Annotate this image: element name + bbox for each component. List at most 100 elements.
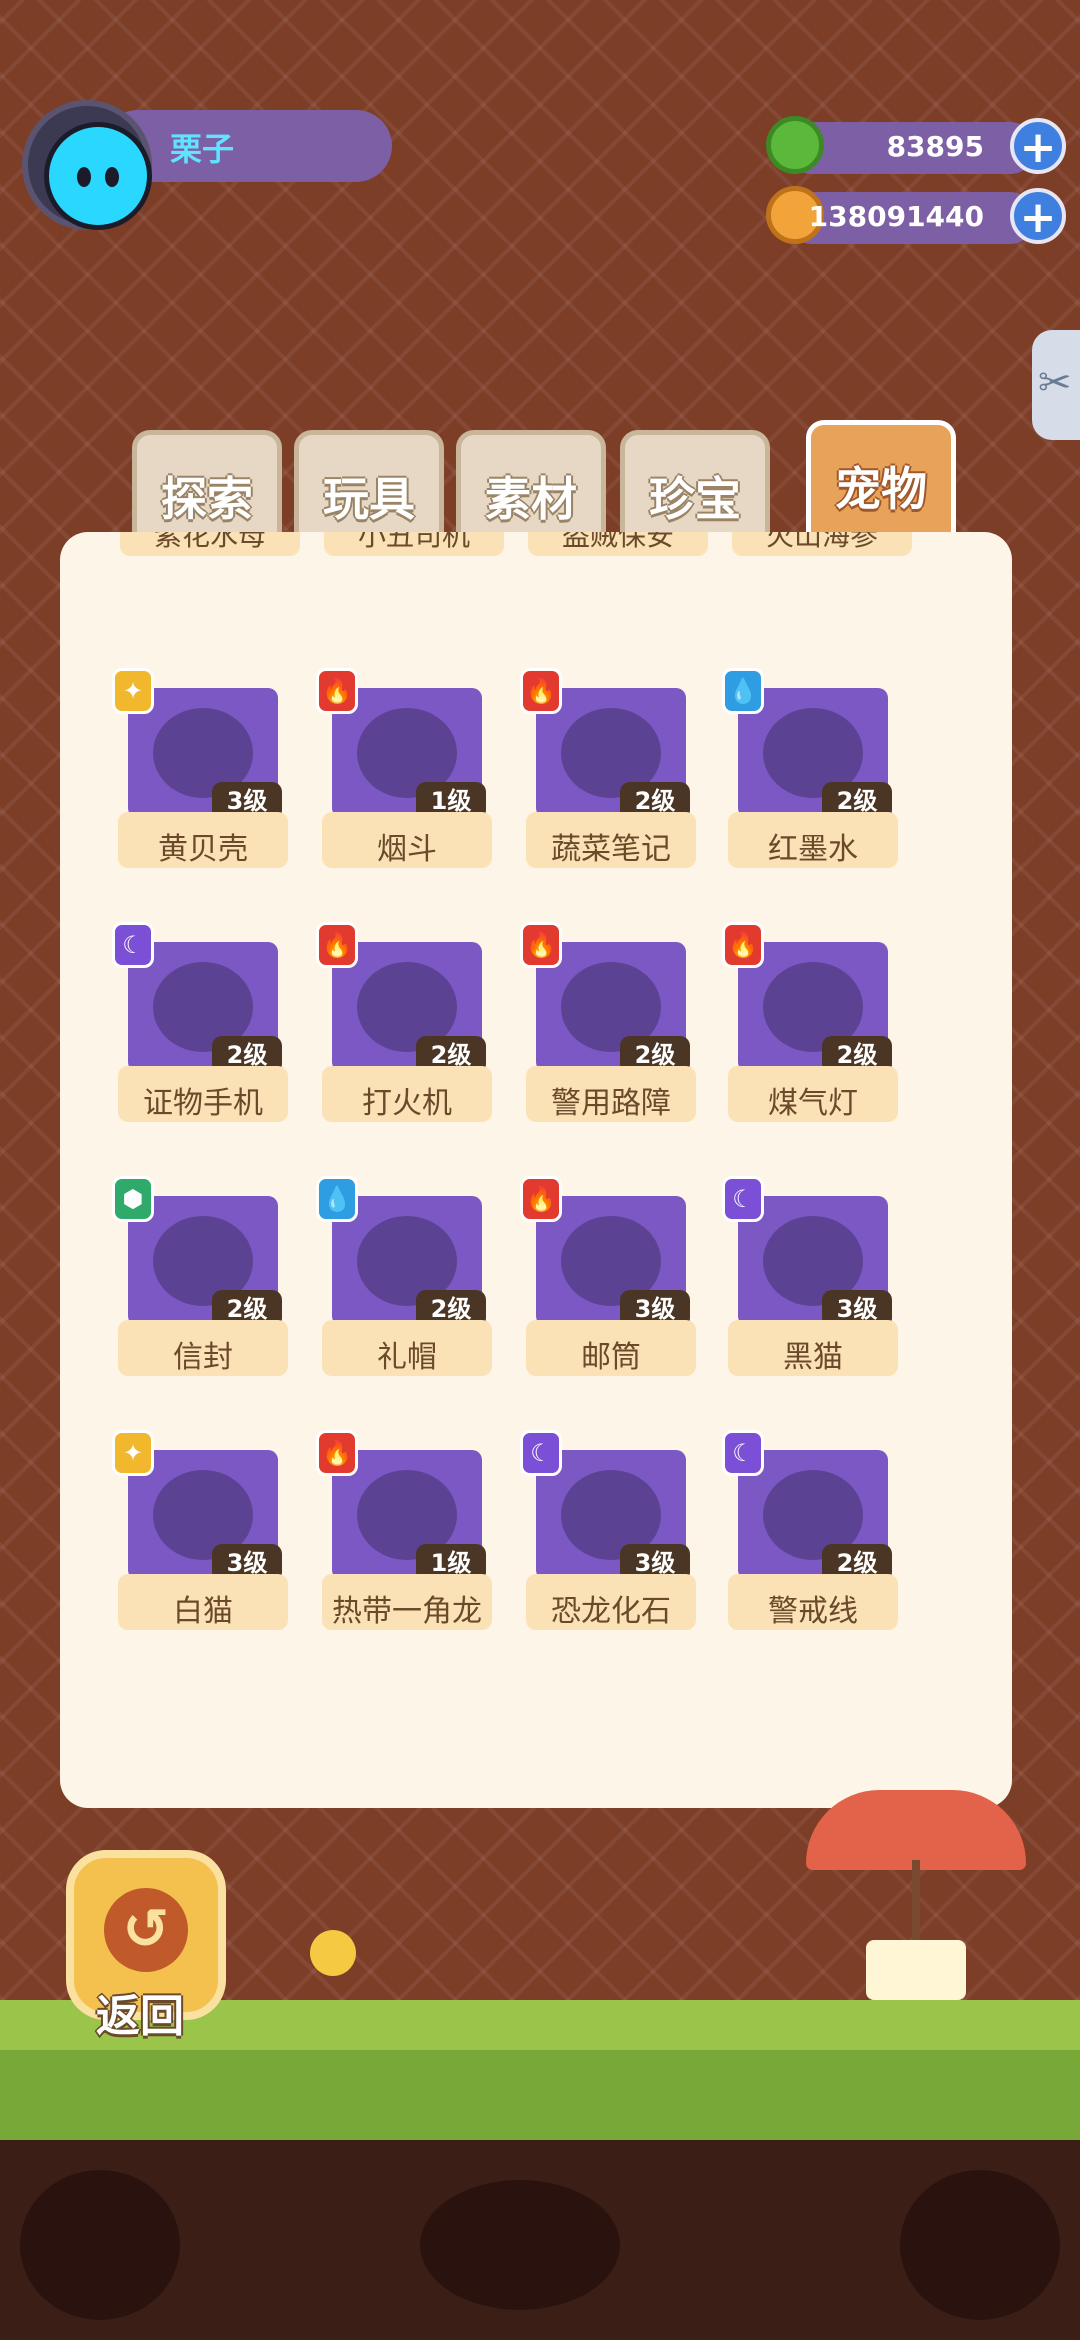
item-name: 煤气灯 [768, 1086, 858, 1121]
item-name: 礼帽 [377, 1340, 437, 1375]
item-name: 白猫 [173, 1594, 233, 1629]
item-name-box: 白猫 [118, 1574, 288, 1630]
item-card[interactable]: 🔥 2级 警用路障 [520, 922, 696, 1126]
cut-row: 紫花水母 小丑司机 盗贼保安 火山海参 [120, 532, 1020, 612]
water-element-icon: 💧 [722, 668, 764, 714]
currency-planet: 138091440 + [766, 186, 1066, 246]
item-name: 警用路障 [551, 1086, 671, 1121]
list-item[interactable]: 火山海参 [732, 532, 912, 556]
moon-element-icon: ☾ [722, 1176, 764, 1222]
table [866, 1940, 966, 2000]
currency-value: 83895 [886, 130, 984, 163]
back-label: 返回 [96, 1991, 184, 2042]
item-card[interactable]: ☾ 3级 黑猫 [722, 1176, 898, 1380]
tab-label: 玩具 [323, 472, 415, 526]
item-card[interactable]: 💧 2级 红墨水 [722, 668, 898, 872]
star-element-icon: ✦ [112, 1430, 154, 1476]
add-currency-button[interactable]: + [1010, 118, 1066, 174]
item-name-box: 恐龙化石 [526, 1574, 696, 1630]
item-name-box: 警戒线 [728, 1574, 898, 1630]
item-card[interactable]: ☾ 3级 恐龙化石 [520, 1430, 696, 1634]
list-item[interactable]: 紫花水母 [120, 532, 300, 556]
item-card[interactable]: 🔥 3级 邮筒 [520, 1176, 696, 1380]
water-element-icon: 💧 [316, 1176, 358, 1222]
leaf-element-icon: ⬢ [112, 1176, 154, 1222]
item-card[interactable]: 🔥 2级 蔬菜笔记 [520, 668, 696, 872]
fire-element-icon: 🔥 [520, 922, 562, 968]
avatar[interactable] [44, 122, 152, 230]
item-name-box: 蔬菜笔记 [526, 812, 696, 868]
item-card[interactable]: 💧 2级 礼帽 [316, 1176, 492, 1380]
tab-label: 珍宝 [649, 472, 741, 526]
item-name: 警戒线 [768, 1594, 858, 1629]
soil-hole [420, 2180, 620, 2310]
chick-icon [310, 1930, 356, 1976]
item-name: 红墨水 [768, 832, 858, 867]
item-name-box: 证物手机 [118, 1066, 288, 1122]
soil-hole [20, 2170, 180, 2320]
fire-element-icon: 🔥 [722, 922, 764, 968]
grass-lower [0, 2050, 1080, 2140]
item-card[interactable]: ☾ 2级 警戒线 [722, 1430, 898, 1634]
tab-materials[interactable]: 素材 [456, 430, 606, 540]
soil-hole [900, 2170, 1060, 2320]
item-name-box: 邮筒 [526, 1320, 696, 1376]
list-item[interactable]: 小丑司机 [324, 532, 504, 556]
add-currency-button[interactable]: + [1010, 188, 1066, 244]
item-name-box: 礼帽 [322, 1320, 492, 1376]
tab-treasures[interactable]: 珍宝 [620, 430, 770, 540]
avatar-eye [77, 167, 91, 187]
item-card[interactable]: ⬢ 2级 信封 [112, 1176, 288, 1380]
item-name: 黑猫 [783, 1340, 843, 1375]
item-card[interactable]: 🔥 2级 煤气灯 [722, 922, 898, 1126]
donut-coin-icon [766, 116, 824, 174]
item-name: 蔬菜笔记 [551, 832, 671, 867]
fire-element-icon: 🔥 [316, 668, 358, 714]
moon-element-icon: ☾ [722, 1430, 764, 1476]
item-name: 黄贝壳 [158, 832, 248, 867]
item-name-box: 信封 [118, 1320, 288, 1376]
fire-element-icon: 🔥 [316, 1430, 358, 1476]
item-card[interactable]: 🔥 2级 打火机 [316, 922, 492, 1126]
list-item[interactable]: 盗贼保安 [528, 532, 708, 556]
tab-pets[interactable]: 宠物 [806, 420, 956, 550]
avatar-frame [22, 100, 152, 230]
item-name: 打火机 [362, 1086, 452, 1121]
item-name-box: 黑猫 [728, 1320, 898, 1376]
fire-element-icon: 🔥 [520, 668, 562, 714]
umbrella [806, 1790, 1026, 1870]
item-name-box: 警用路障 [526, 1066, 696, 1122]
item-name: 恐龙化石 [551, 1594, 671, 1629]
item-name: 邮筒 [581, 1340, 641, 1375]
currency-value: 138091440 [808, 200, 984, 233]
tab-explore[interactable]: 探索 [132, 430, 282, 540]
item-card[interactable]: 🔥 1级 烟斗 [316, 668, 492, 872]
item-name: 热带一角龙 [332, 1594, 482, 1629]
back-arrow-icon: ↺ [104, 1888, 188, 1972]
scissors-icon: ✂ [1038, 360, 1072, 406]
tab-toys[interactable]: 玩具 [294, 430, 444, 540]
fire-element-icon: 🔥 [316, 922, 358, 968]
item-name: 烟斗 [377, 832, 437, 867]
item-name-box: 烟斗 [322, 812, 492, 868]
item-name-box: 打火机 [322, 1066, 492, 1122]
item-card[interactable]: ☾ 2级 证物手机 [112, 922, 288, 1126]
moon-element-icon: ☾ [112, 922, 154, 968]
tab-label: 素材 [485, 472, 577, 526]
tab-label: 探索 [161, 472, 253, 526]
item-card[interactable]: ✦ 3级 白猫 [112, 1430, 288, 1634]
currency-donut: 83895 + [766, 116, 1066, 176]
item-name-box: 黄贝壳 [118, 812, 288, 868]
item-panel[interactable]: 紫花水母 小丑司机 盗贼保安 火山海参 ✦ 3级 黄贝壳 🔥 1级 烟斗 🔥 2级 蔬菜笔记 💧 2… [60, 532, 1012, 1808]
item-card[interactable]: 🔥 1级 热带一角龙 [316, 1430, 492, 1634]
player-name: 栗子 [170, 130, 235, 168]
tab-label: 宠物 [835, 462, 927, 516]
item-card[interactable]: ✦ 3级 黄贝壳 [112, 668, 288, 872]
profile-header[interactable]: 栗子 [22, 100, 392, 230]
fire-element-icon: 🔥 [520, 1176, 562, 1222]
item-name-box: 热带一角龙 [322, 1574, 492, 1630]
side-scissors-tab[interactable]: ✂ [1032, 330, 1080, 440]
item-name: 信封 [173, 1340, 233, 1375]
avatar-eye [105, 167, 119, 187]
soil [0, 2140, 1080, 2340]
